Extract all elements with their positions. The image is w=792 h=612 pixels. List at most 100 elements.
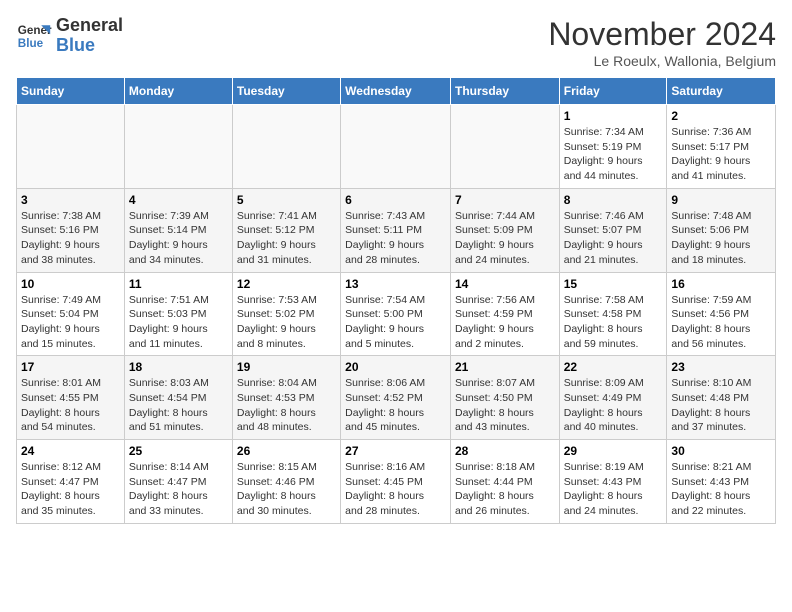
day-number: 15	[564, 277, 663, 291]
calendar-table: SundayMondayTuesdayWednesdayThursdayFrid…	[16, 77, 776, 524]
calendar-cell: 22 Sunrise: 8:09 AM Sunset: 4:49 PM Dayli…	[559, 356, 667, 440]
logo-icon: General Blue	[16, 18, 52, 54]
week-row-1: 1Sunrise: 7:34 AM Sunset: 5:19 PM Daylig…	[17, 105, 776, 189]
calendar-cell: 26Sunrise: 8:15 AM Sunset: 4:46 PM Dayli…	[232, 440, 340, 524]
calendar-cell: 12 Sunrise: 7:53 AM Sunset: 5:02 PM Dayli…	[232, 272, 340, 356]
day-info: Sunrise: 7:49 AM Sunset: 5:04 PM Dayligh…	[21, 293, 120, 352]
day-number: 1	[564, 109, 663, 123]
day-info: Sunrise: 7:48 AM Sunset: 5:06 PM Dayligh…	[671, 209, 771, 268]
weekday-friday: Friday	[559, 78, 667, 105]
day-number: 28	[455, 444, 555, 458]
day-number: 22	[564, 360, 663, 374]
month-title: November 2024	[548, 16, 776, 53]
day-info: Sunrise: 8:18 AM Sunset: 4:44 PM Dayligh…	[455, 460, 555, 519]
calendar-cell: 9 Sunrise: 7:48 AM Sunset: 5:06 PM Daylig…	[667, 188, 776, 272]
calendar-cell	[341, 105, 451, 189]
day-info: Sunrise: 7:46 AM Sunset: 5:07 PM Dayligh…	[564, 209, 663, 268]
week-row-4: 17Sunrise: 8:01 AM Sunset: 4:55 PM Dayli…	[17, 356, 776, 440]
weekday-saturday: Saturday	[667, 78, 776, 105]
calendar-cell: 10 Sunrise: 7:49 AM Sunset: 5:04 PM Dayli…	[17, 272, 125, 356]
day-info: Sunrise: 7:38 AM Sunset: 5:16 PM Dayligh…	[21, 209, 120, 268]
day-number: 6	[345, 193, 446, 207]
calendar-cell: 2 Sunrise: 7:36 AM Sunset: 5:17 PM Daylig…	[667, 105, 776, 189]
day-number: 21	[455, 360, 555, 374]
calendar-cell: 5 Sunrise: 7:41 AM Sunset: 5:12 PM Daylig…	[232, 188, 340, 272]
day-number: 19	[237, 360, 336, 374]
week-row-5: 24 Sunrise: 8:12 AM Sunset: 4:47 PM Dayli…	[17, 440, 776, 524]
weekday-tuesday: Tuesday	[232, 78, 340, 105]
day-info: Sunrise: 8:04 AM Sunset: 4:53 PM Dayligh…	[237, 376, 336, 435]
day-info: Sunrise: 7:59 AM Sunset: 4:56 PM Dayligh…	[671, 293, 771, 352]
day-info: Sunrise: 8:19 AM Sunset: 4:43 PM Dayligh…	[564, 460, 663, 519]
day-info: Sunrise: 8:10 AM Sunset: 4:48 PM Dayligh…	[671, 376, 771, 435]
calendar-cell: 18 Sunrise: 8:03 AM Sunset: 4:54 PM Dayli…	[124, 356, 232, 440]
calendar-cell: 30Sunrise: 8:21 AM Sunset: 4:43 PM Dayli…	[667, 440, 776, 524]
weekday-header-row: SundayMondayTuesdayWednesdayThursdayFrid…	[17, 78, 776, 105]
calendar-cell: 3 Sunrise: 7:38 AM Sunset: 5:16 PM Daylig…	[17, 188, 125, 272]
day-info: Sunrise: 8:07 AM Sunset: 4:50 PM Dayligh…	[455, 376, 555, 435]
day-info: Sunrise: 7:36 AM Sunset: 5:17 PM Dayligh…	[671, 125, 771, 184]
week-row-2: 3 Sunrise: 7:38 AM Sunset: 5:16 PM Daylig…	[17, 188, 776, 272]
calendar-cell: 19 Sunrise: 8:04 AM Sunset: 4:53 PM Dayli…	[232, 356, 340, 440]
weekday-thursday: Thursday	[450, 78, 559, 105]
calendar-cell	[124, 105, 232, 189]
weekday-wednesday: Wednesday	[341, 78, 451, 105]
day-info: Sunrise: 8:12 AM Sunset: 4:47 PM Dayligh…	[21, 460, 120, 519]
day-number: 2	[671, 109, 771, 123]
calendar-cell: 6Sunrise: 7:43 AM Sunset: 5:11 PM Daylig…	[341, 188, 451, 272]
day-info: Sunrise: 8:01 AM Sunset: 4:55 PM Dayligh…	[21, 376, 120, 435]
calendar-cell: 1Sunrise: 7:34 AM Sunset: 5:19 PM Daylig…	[559, 105, 667, 189]
day-number: 23	[671, 360, 771, 374]
day-info: Sunrise: 7:53 AM Sunset: 5:02 PM Dayligh…	[237, 293, 336, 352]
logo: General Blue General Blue	[16, 16, 123, 56]
day-info: Sunrise: 8:16 AM Sunset: 4:45 PM Dayligh…	[345, 460, 446, 519]
day-info: Sunrise: 8:14 AM Sunset: 4:47 PM Dayligh…	[129, 460, 228, 519]
day-number: 10	[21, 277, 120, 291]
calendar-cell: 23 Sunrise: 8:10 AM Sunset: 4:48 PM Dayli…	[667, 356, 776, 440]
calendar-cell: 8 Sunrise: 7:46 AM Sunset: 5:07 PM Daylig…	[559, 188, 667, 272]
calendar-cell: 20 Sunrise: 8:06 AM Sunset: 4:52 PM Dayli…	[341, 356, 451, 440]
svg-text:Blue: Blue	[18, 37, 44, 50]
week-row-3: 10 Sunrise: 7:49 AM Sunset: 5:04 PM Dayli…	[17, 272, 776, 356]
day-number: 3	[21, 193, 120, 207]
weekday-monday: Monday	[124, 78, 232, 105]
header: General Blue General Blue November 2024 …	[16, 16, 776, 69]
day-info: Sunrise: 8:06 AM Sunset: 4:52 PM Dayligh…	[345, 376, 446, 435]
weekday-sunday: Sunday	[17, 78, 125, 105]
title-area: November 2024 Le Roeulx, Wallonia, Belgi…	[548, 16, 776, 69]
day-number: 24	[21, 444, 120, 458]
day-number: 4	[129, 193, 228, 207]
day-number: 20	[345, 360, 446, 374]
day-info: Sunrise: 7:39 AM Sunset: 5:14 PM Dayligh…	[129, 209, 228, 268]
calendar-cell	[450, 105, 559, 189]
day-info: Sunrise: 7:58 AM Sunset: 4:58 PM Dayligh…	[564, 293, 663, 352]
calendar-cell: 13Sunrise: 7:54 AM Sunset: 5:00 PM Dayli…	[341, 272, 451, 356]
day-number: 5	[237, 193, 336, 207]
day-number: 7	[455, 193, 555, 207]
day-info: Sunrise: 8:21 AM Sunset: 4:43 PM Dayligh…	[671, 460, 771, 519]
day-info: Sunrise: 7:44 AM Sunset: 5:09 PM Dayligh…	[455, 209, 555, 268]
calendar-cell: 25 Sunrise: 8:14 AM Sunset: 4:47 PM Dayli…	[124, 440, 232, 524]
calendar-cell: 28 Sunrise: 8:18 AM Sunset: 4:44 PM Dayli…	[450, 440, 559, 524]
day-info: Sunrise: 7:41 AM Sunset: 5:12 PM Dayligh…	[237, 209, 336, 268]
day-info: Sunrise: 7:56 AM Sunset: 4:59 PM Dayligh…	[455, 293, 555, 352]
day-number: 11	[129, 277, 228, 291]
logo-text: General Blue	[56, 16, 123, 56]
day-info: Sunrise: 8:03 AM Sunset: 4:54 PM Dayligh…	[129, 376, 228, 435]
calendar-cell: 15 Sunrise: 7:58 AM Sunset: 4:58 PM Dayli…	[559, 272, 667, 356]
day-number: 25	[129, 444, 228, 458]
calendar-cell: 21 Sunrise: 8:07 AM Sunset: 4:50 PM Dayli…	[450, 356, 559, 440]
day-number: 16	[671, 277, 771, 291]
calendar-cell: 14Sunrise: 7:56 AM Sunset: 4:59 PM Dayli…	[450, 272, 559, 356]
day-number: 9	[671, 193, 771, 207]
day-number: 8	[564, 193, 663, 207]
day-number: 27	[345, 444, 446, 458]
calendar-cell: 24 Sunrise: 8:12 AM Sunset: 4:47 PM Dayli…	[17, 440, 125, 524]
day-number: 18	[129, 360, 228, 374]
day-number: 12	[237, 277, 336, 291]
calendar-cell: 7 Sunrise: 7:44 AM Sunset: 5:09 PM Daylig…	[450, 188, 559, 272]
calendar-cell	[17, 105, 125, 189]
calendar-cell	[232, 105, 340, 189]
day-info: Sunrise: 8:09 AM Sunset: 4:49 PM Dayligh…	[564, 376, 663, 435]
day-number: 29	[564, 444, 663, 458]
